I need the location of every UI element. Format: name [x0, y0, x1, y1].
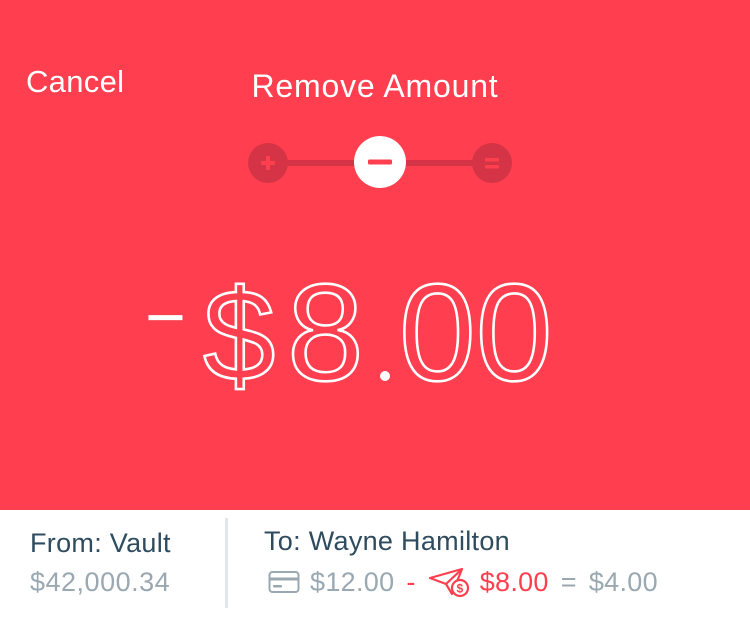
to-recipient-label[interactable]: To: Wayne Hamilton — [264, 526, 510, 557]
from-account-balance: $42,000.34 — [30, 567, 171, 597]
summary-divider — [225, 518, 228, 608]
paper-plane-money-icon: $ — [428, 566, 470, 598]
amount-whole: 8 — [287, 268, 364, 392]
balance-calculation: $12.00 - $ $8.00 = $4.00 — [268, 566, 658, 598]
amount-cents: 00 — [399, 268, 553, 392]
result-amount: $4.00 — [588, 566, 658, 597]
operation-stepper — [248, 136, 512, 190]
subtract-step-button[interactable] — [354, 136, 406, 188]
add-step-button[interactable] — [248, 143, 288, 183]
plus-icon — [261, 156, 275, 170]
equals-operator: = — [560, 566, 577, 597]
minus-icon — [368, 159, 392, 165]
removed-amount: $8.00 — [479, 566, 549, 597]
minus-operator: - — [406, 566, 416, 597]
card-icon — [268, 570, 300, 594]
amount-display: − $ 8 00 — [145, 268, 605, 392]
equals-step-button[interactable] — [472, 143, 512, 183]
amount-currency: $ — [203, 268, 275, 392]
header-panel: Cancel Remove Amount − $ 8 00 — [0, 0, 750, 510]
svg-text:$: $ — [456, 582, 463, 596]
page-title: Remove Amount — [251, 68, 499, 104]
from-account-label[interactable]: From: Vault — [30, 528, 171, 559]
current-amount: $12.00 — [310, 566, 395, 597]
transfer-summary: From: Vault $42,000.34 To: Wayne Hamilto… — [0, 510, 750, 629]
decimal-point — [380, 371, 390, 381]
amount-sign: − — [145, 278, 186, 356]
equals-icon — [485, 158, 499, 169]
